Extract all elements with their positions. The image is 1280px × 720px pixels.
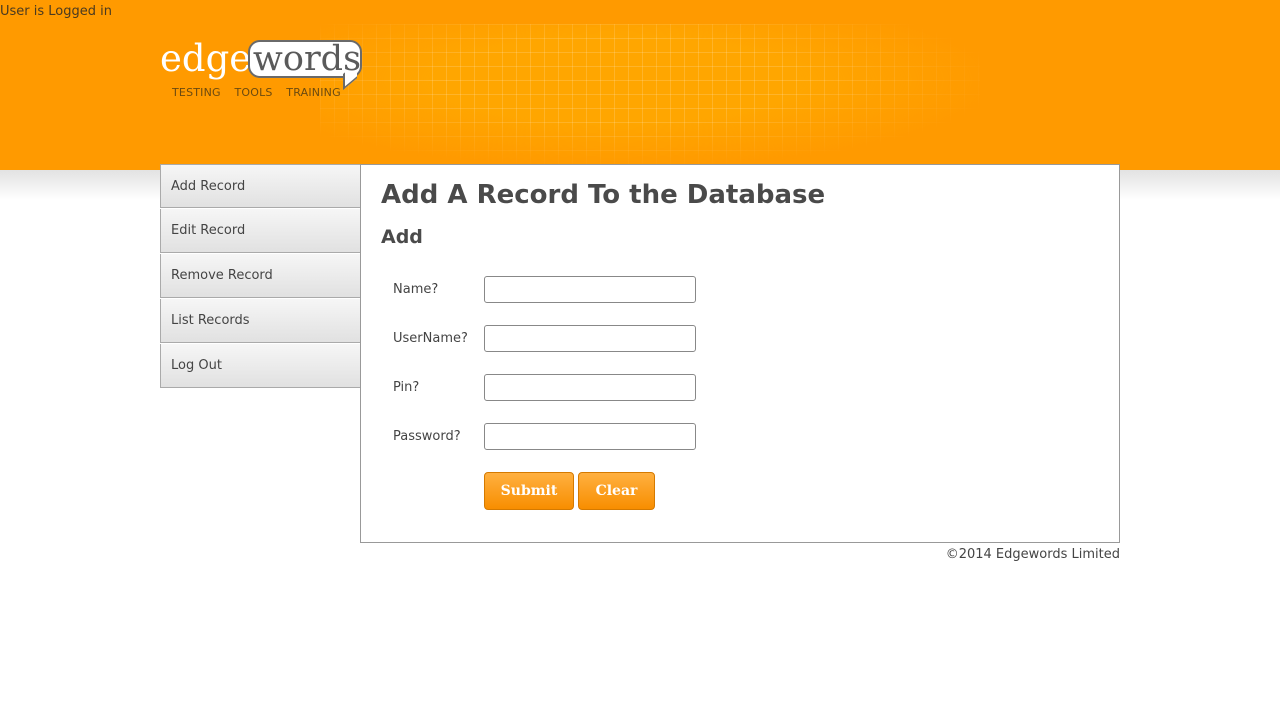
sidebar-item-edit-record[interactable]: Edit Record — [160, 209, 361, 253]
password-field[interactable] — [484, 423, 696, 450]
logo-words-text: words — [252, 39, 362, 79]
login-status: User is Logged in — [0, 4, 112, 19]
sidebar-item-list-records[interactable]: List Records — [160, 299, 361, 343]
sidebar-nav: Add Record Edit Record Remove Record Lis… — [160, 164, 361, 389]
sidebar-item-remove-record[interactable]: Remove Record — [160, 254, 361, 298]
submit-button[interactable]: Submit — [484, 472, 574, 510]
logo-tagline: TESTING TOOLS TRAINING — [172, 86, 341, 99]
section-title: Add — [381, 226, 423, 248]
sidebar-item-log-out[interactable]: Log Out — [160, 344, 361, 388]
name-label: Name? — [393, 282, 439, 297]
username-field[interactable] — [484, 325, 696, 352]
name-field[interactable] — [484, 276, 696, 303]
pin-label: Pin? — [393, 380, 420, 395]
username-label: UserName? — [393, 331, 468, 346]
main-content-panel: Add A Record To the Database Add Name? U… — [360, 164, 1120, 543]
page-header: User is Logged in edge words TESTING TOO… — [0, 0, 1280, 170]
page-title: Add A Record To the Database — [381, 180, 826, 210]
logo-edge-text: edge — [160, 37, 252, 80]
header-grid-pattern — [320, 24, 980, 164]
edgewords-logo: edge words TESTING TOOLS TRAINING — [160, 38, 370, 104]
footer-copyright: ©2014 Edgewords Limited — [945, 547, 1120, 562]
sidebar-item-add-record[interactable]: Add Record — [160, 164, 361, 208]
pin-field[interactable] — [484, 374, 696, 401]
clear-button[interactable]: Clear — [578, 472, 655, 510]
password-label: Password? — [393, 429, 461, 444]
